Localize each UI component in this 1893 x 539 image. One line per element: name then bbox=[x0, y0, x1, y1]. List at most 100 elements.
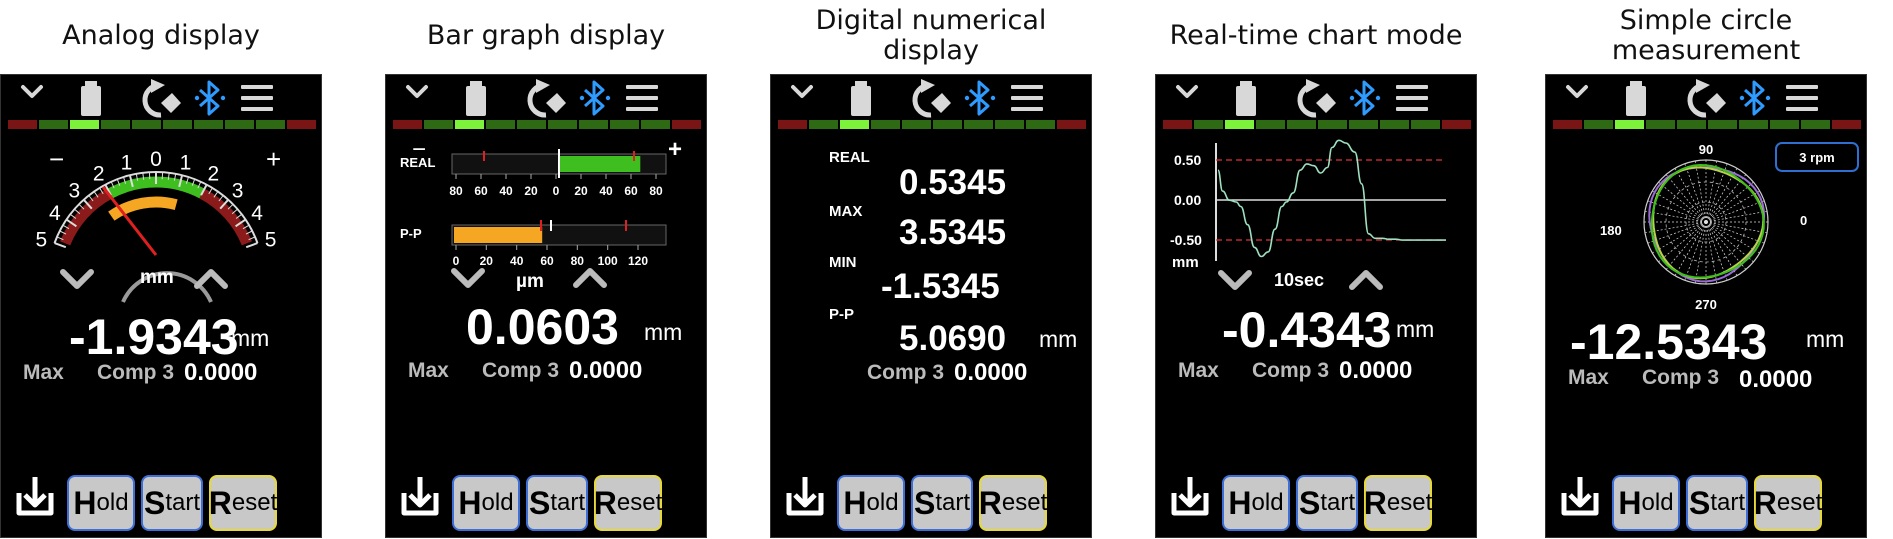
scroll-up-chevron-icon[interactable] bbox=[197, 272, 225, 286]
y-tick-label: 0.50 bbox=[1174, 152, 1201, 168]
polar-grid bbox=[1644, 160, 1768, 284]
scroll-up-chevron-icon[interactable] bbox=[1352, 273, 1380, 287]
pp-tick-label: 40 bbox=[510, 254, 524, 268]
hold-button[interactable]: Hold bbox=[452, 475, 520, 531]
reset-button-label: eset bbox=[1002, 489, 1047, 517]
device-screen-digital: REAL 0.5345 MAX 3.5345 MIN -1.5345 P-P 5… bbox=[770, 74, 1092, 538]
real-ticks: 80604020020406080 bbox=[449, 174, 663, 198]
rotate-icon[interactable] bbox=[915, 79, 951, 115]
pp-row-label: P-P bbox=[829, 307, 854, 322]
real-tick-label: 80 bbox=[449, 184, 463, 198]
scroll-down-chevron-icon[interactable] bbox=[454, 271, 482, 285]
pp-tick-label: 80 bbox=[571, 254, 585, 268]
main-reading: -1.9343 bbox=[69, 312, 239, 362]
main-reading: 0.0603 bbox=[466, 302, 619, 352]
start-button[interactable]: Start bbox=[1296, 475, 1358, 531]
hold-button-initial: H bbox=[1618, 485, 1641, 522]
start-button[interactable]: Start bbox=[911, 475, 973, 531]
reset-button-label: eset bbox=[617, 489, 662, 517]
reading-unit: mm bbox=[1806, 328, 1844, 351]
angle-label-top: 90 bbox=[1699, 142, 1713, 157]
real-row-value: 0.5345 bbox=[899, 165, 1006, 200]
main-reading: -0.4343 bbox=[1222, 305, 1392, 355]
start-button[interactable]: Start bbox=[526, 475, 588, 531]
scroll-up-chevron-icon[interactable] bbox=[576, 271, 604, 285]
comp-value: 0.0000 bbox=[954, 361, 1027, 385]
level-segment bbox=[964, 120, 993, 129]
caption-circle: Simple circle measurement bbox=[1545, 0, 1867, 72]
reset-button[interactable]: Reset bbox=[594, 475, 662, 531]
level-segment bbox=[1026, 120, 1055, 129]
hold-button-label: old bbox=[867, 489, 899, 517]
panel-bar: Bar graph display − + REAL 8060402002040… bbox=[385, 0, 707, 538]
pp-row-value: 5.0690 bbox=[899, 321, 1006, 356]
real-tick-label: 60 bbox=[474, 184, 488, 198]
real-tick-label: 0 bbox=[553, 184, 560, 198]
reset-button-initial: R bbox=[979, 485, 1002, 522]
pp-ticks: 020406080100120 bbox=[453, 245, 649, 268]
hold-button[interactable]: Hold bbox=[1612, 475, 1680, 531]
hold-button[interactable]: Hold bbox=[837, 475, 905, 531]
reading-unit: mm bbox=[231, 327, 269, 350]
panel-analog: Analog display − + 54321012345 mm -1.934… bbox=[0, 0, 322, 538]
panel-circle: Simple circle measurement 3 rpm 90 180 0… bbox=[1545, 0, 1867, 538]
polar-spoke bbox=[1706, 191, 1760, 222]
level-segment bbox=[840, 120, 869, 129]
pp-tick-label: 20 bbox=[480, 254, 494, 268]
scroll-down-chevron-icon[interactable] bbox=[63, 272, 91, 286]
chevron-down-icon[interactable] bbox=[793, 87, 811, 96]
polar-spoke bbox=[1695, 161, 1706, 222]
bluetooth-icon[interactable] bbox=[965, 82, 995, 114]
gauge-scale-label: 0 bbox=[150, 148, 162, 171]
gauge-scale-label: 4 bbox=[251, 202, 263, 225]
hold-button-label: old bbox=[482, 489, 514, 517]
hamburger-menu-icon[interactable] bbox=[1011, 85, 1043, 111]
level-segment bbox=[871, 120, 900, 129]
start-button-initial: S bbox=[1689, 485, 1710, 522]
unit-label: mm bbox=[140, 268, 174, 287]
panel-digital: Digital numerical display REAL 0.5345 MA… bbox=[770, 0, 1092, 538]
level-segment bbox=[902, 120, 931, 129]
real-tick-label: 40 bbox=[499, 184, 513, 198]
start-button-initial: S bbox=[144, 485, 165, 522]
caption-digital: Digital numerical display bbox=[770, 0, 1092, 72]
start-button-label: tart bbox=[1710, 489, 1745, 517]
reset-button[interactable]: Reset bbox=[209, 475, 277, 531]
polar-spoke bbox=[1652, 222, 1706, 253]
max-label: Max bbox=[23, 362, 64, 383]
reset-button[interactable]: Reset bbox=[1364, 475, 1432, 531]
min-row-label: MIN bbox=[829, 255, 857, 270]
device-screen-analog: − + 54321012345 mm -1.9343 mm Max Comp 3… bbox=[0, 74, 322, 538]
caption-bar: Bar graph display bbox=[385, 0, 707, 72]
reset-button[interactable]: Reset bbox=[1754, 475, 1822, 531]
reset-button[interactable]: Reset bbox=[979, 475, 1047, 531]
chart-unit-label: mm bbox=[1172, 254, 1199, 271]
analog-scale: 54321012345 bbox=[36, 148, 277, 251]
polar-spoke bbox=[1652, 191, 1706, 222]
comp-value: 0.0000 bbox=[569, 359, 642, 383]
start-button-label: tart bbox=[165, 489, 200, 517]
pp-tick-label: 120 bbox=[628, 254, 648, 268]
hold-button[interactable]: Hold bbox=[67, 475, 135, 531]
download-icon[interactable] bbox=[789, 477, 821, 513]
gauge-scale-label: 5 bbox=[36, 228, 48, 251]
gauge-scale-label: 4 bbox=[49, 202, 61, 225]
device-screen-circle: 3 rpm 90 180 0 270 -12.5343 mm Max Comp … bbox=[1545, 74, 1867, 538]
gauge-scale-label: 1 bbox=[180, 152, 192, 175]
real-tick-label: 20 bbox=[574, 184, 588, 198]
real-label: REAL bbox=[400, 155, 435, 170]
hold-button-label: old bbox=[1642, 489, 1674, 517]
real-tick-label: 40 bbox=[599, 184, 613, 198]
real-tick-label: 20 bbox=[524, 184, 538, 198]
start-button[interactable]: Start bbox=[141, 475, 203, 531]
battery-icon bbox=[851, 81, 871, 116]
level-segment bbox=[933, 120, 962, 129]
pp-bar-fill bbox=[454, 227, 542, 243]
level-segment bbox=[995, 120, 1024, 129]
scroll-down-chevron-icon[interactable] bbox=[1221, 273, 1249, 287]
reading-unit: mm bbox=[1396, 318, 1434, 341]
chart-series-line bbox=[1218, 140, 1446, 256]
start-button[interactable]: Start bbox=[1686, 475, 1748, 531]
hold-button[interactable]: Hold bbox=[1222, 475, 1290, 531]
start-button-initial: S bbox=[529, 485, 550, 522]
